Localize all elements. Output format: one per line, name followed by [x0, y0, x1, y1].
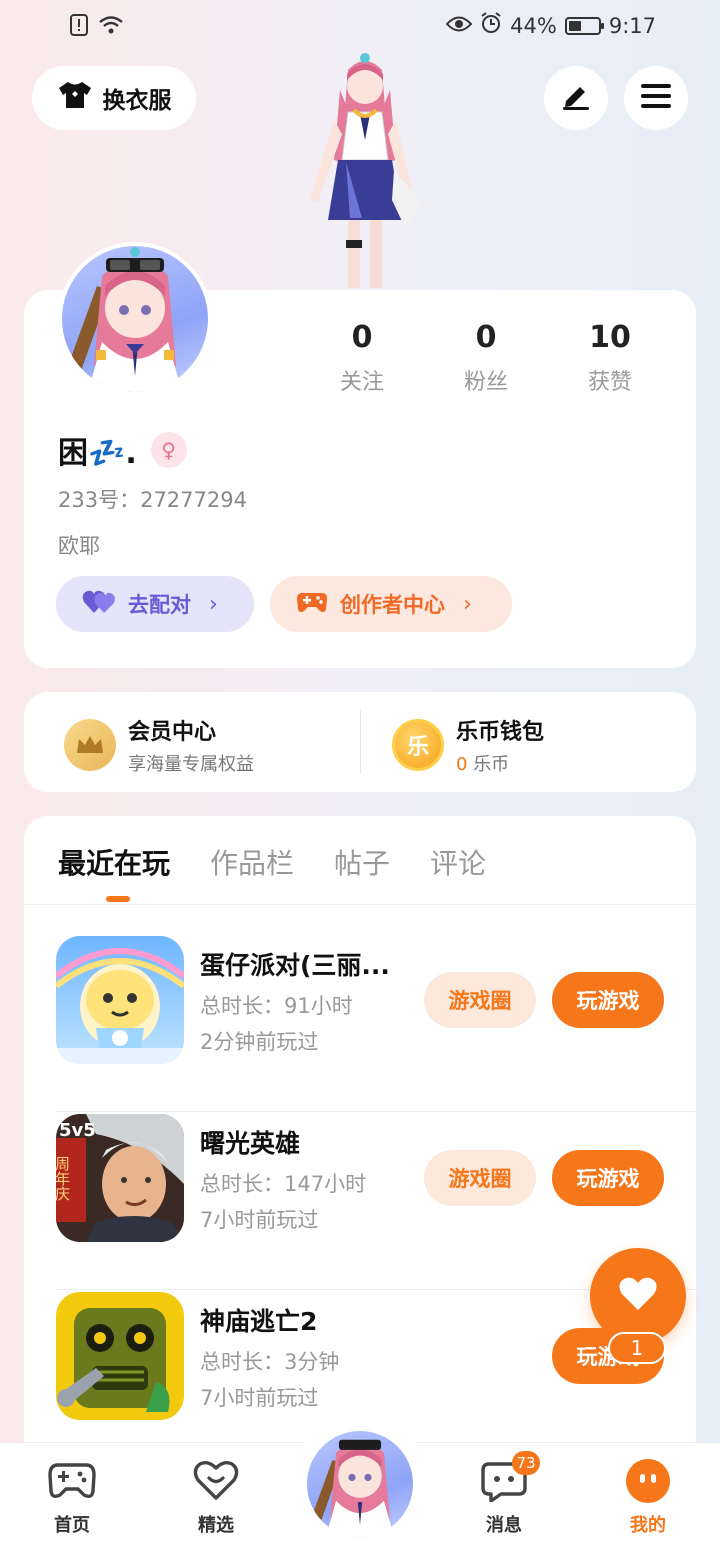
- member-card: 会员中心 享海量专属权益 乐 乐币钱包 0 乐币: [24, 692, 696, 792]
- wifi-icon: [98, 15, 124, 39]
- game-duration: 总时长：3分钟: [200, 1350, 340, 1374]
- avatar-character[interactable]: [290, 50, 440, 290]
- play-game-button[interactable]: 玩游戏: [552, 972, 664, 1028]
- wallet-balance: 0 乐币: [456, 750, 544, 776]
- pen-icon: [560, 81, 592, 115]
- nav-home[interactable]: 首页: [22, 1457, 122, 1537]
- row-divider: [56, 1111, 696, 1112]
- edit-button[interactable]: [544, 66, 608, 130]
- nav-featured[interactable]: 精选: [166, 1457, 266, 1537]
- game-last-played: 7小时前玩过: [200, 1386, 319, 1410]
- status-bar: 44% 9:17: [0, 0, 720, 56]
- user-id[interactable]: 233号：27277294: [58, 484, 247, 514]
- likes-stat[interactable]: 10 获赞: [548, 320, 672, 396]
- following-label: 关注: [339, 370, 384, 395]
- followers-stat[interactable]: 0 粉丝: [424, 320, 548, 396]
- menu-button[interactable]: [624, 66, 688, 130]
- gamepad-icon: [46, 1457, 98, 1505]
- profile-stats: 0 关注 0 粉丝 10 获赞: [300, 320, 672, 396]
- battery-fill: [568, 20, 582, 31]
- nav-messages-label: 消息: [486, 1515, 522, 1536]
- tab-works[interactable]: 作品栏: [210, 842, 294, 882]
- battery-icon: [564, 16, 604, 35]
- wallet-amount: 0: [456, 754, 468, 775]
- game-icon-eggy-party[interactable]: [56, 936, 184, 1064]
- game-circle-button[interactable]: 游戏圈: [424, 1150, 536, 1206]
- game-row[interactable]: 蛋仔派对(三丽... 总时长：91小时 2分钟前玩过 游戏圈 玩游戏: [56, 936, 696, 1112]
- tab-recently-played[interactable]: 最近在玩: [58, 842, 170, 902]
- game-icon-dawn-heroes[interactable]: 5v5 周年庆: [56, 1114, 184, 1242]
- wallet-unit: 乐币: [473, 754, 510, 775]
- tab-posts[interactable]: 帖子: [334, 842, 390, 882]
- change-outfit-button[interactable]: 换衣服: [32, 66, 196, 130]
- chevron-right-icon: ›: [209, 591, 218, 617]
- heart-smile-icon: [190, 1457, 242, 1505]
- eye-icon: [445, 14, 473, 38]
- clock: 9:17: [608, 13, 656, 38]
- game-title: 曙光英雄: [200, 1129, 301, 1158]
- game-duration: 总时长：147小时: [200, 1172, 367, 1196]
- content-card: 最近在玩 作品栏 帖子 评论 蛋仔派对(三丽... 总时长：91小时 2分钟前玩: [24, 816, 696, 1516]
- hamburger-icon: [640, 82, 672, 114]
- tab-divider: [24, 904, 696, 905]
- nav-messages[interactable]: 73 消息: [454, 1451, 554, 1537]
- nav-featured-label: 精选: [198, 1515, 234, 1536]
- vip-title: 会员中心: [128, 720, 217, 745]
- match-label: 去配对: [128, 593, 191, 617]
- nav-home-label: 首页: [54, 1515, 90, 1536]
- game-duration: 总时长：91小时: [200, 994, 353, 1018]
- game-icon-badge: 5v5: [59, 1120, 96, 1141]
- floating-like-button[interactable]: [590, 1248, 686, 1344]
- female-icon: ♀: [150, 432, 187, 468]
- nav-me[interactable]: 我的: [598, 1457, 698, 1537]
- sim-alert-icon: [70, 14, 88, 40]
- crown-icon: [64, 719, 116, 771]
- followers-label: 粉丝: [463, 370, 508, 395]
- wallet-title: 乐币钱包: [456, 720, 545, 745]
- game-icon-subtitle: 周年庆: [56, 1156, 71, 1201]
- messages-badge: 73: [512, 1451, 540, 1475]
- creator-center-button[interactable]: 创作者中心 ›: [270, 576, 512, 632]
- likes-count: 10: [589, 320, 631, 355]
- like-count-badge: 1: [608, 1332, 666, 1364]
- user-bio: 欧耶: [58, 534, 100, 558]
- alarm-icon: [480, 12, 502, 39]
- coin-icon: 乐: [392, 719, 444, 771]
- nav-avatar-button[interactable]: [304, 1428, 416, 1540]
- profile-face-icon: [622, 1457, 674, 1505]
- wallet-entry[interactable]: 乐 乐币钱包 0 乐币: [392, 714, 544, 776]
- tshirt-icon: [57, 80, 93, 116]
- battery-percent: 44%: [510, 13, 557, 38]
- gamepad-icon: [296, 589, 328, 620]
- vip-subtitle: 享海量专属权益: [128, 754, 254, 775]
- game-circle-button[interactable]: 游戏圈: [424, 972, 536, 1028]
- divider: [360, 710, 361, 774]
- game-last-played: 7小时前玩过: [200, 1208, 319, 1232]
- play-game-button[interactable]: 玩游戏: [552, 1150, 664, 1206]
- heart-icon: [618, 1276, 658, 1316]
- tab-bar: 最近在玩 作品栏 帖子 评论: [58, 842, 486, 902]
- change-outfit-label: 换衣服: [102, 88, 172, 114]
- vip-center-entry[interactable]: 会员中心 享海量专属权益: [64, 714, 254, 776]
- creator-center-label: 创作者中心: [340, 593, 445, 617]
- game-last-played: 2分钟前玩过: [200, 1030, 319, 1054]
- game-row[interactable]: 5v5 周年庆 曙光英雄 总时长：147小时 7小时前玩过 游戏圈 玩游戏: [56, 1114, 696, 1290]
- followers-count: 0: [475, 320, 497, 355]
- following-stat[interactable]: 0 关注: [300, 320, 424, 396]
- following-count: 0: [351, 320, 373, 355]
- nav-me-label: 我的: [630, 1515, 666, 1536]
- chevron-right-icon: ›: [463, 591, 472, 617]
- game-title: 神庙逃亡2: [200, 1307, 318, 1336]
- hearts-icon: [82, 589, 116, 620]
- match-button[interactable]: 去配对 ›: [56, 576, 254, 632]
- likes-label: 获赞: [587, 370, 632, 395]
- name-row: 困💤. ♀: [58, 428, 187, 472]
- game-icon-temple-run-2[interactable]: [56, 1292, 184, 1420]
- chat-icon: 73: [478, 1451, 540, 1505]
- game-title: 蛋仔派对(三丽...: [200, 951, 390, 980]
- username: 困💤.: [58, 436, 137, 471]
- avatar[interactable]: [58, 242, 212, 396]
- tab-comments[interactable]: 评论: [430, 842, 486, 882]
